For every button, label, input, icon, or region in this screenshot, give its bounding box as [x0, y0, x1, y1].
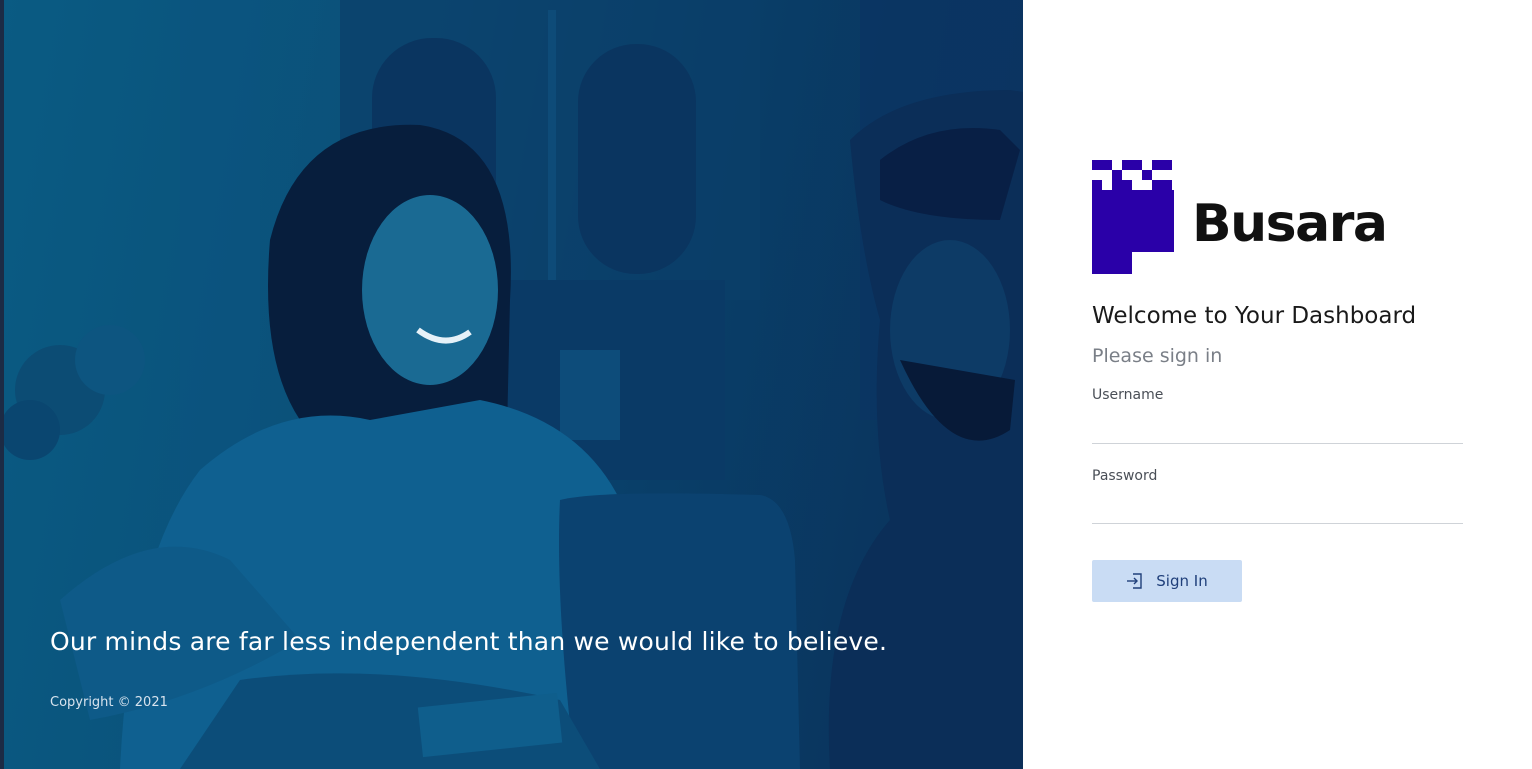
busara-logo-icon [1092, 160, 1174, 274]
brand-name: Busara [1192, 194, 1388, 254]
username-label: Username [1092, 387, 1164, 403]
sign-in-button-label: Sign In [1156, 572, 1208, 590]
page-subtitle: Please sign in [1092, 345, 1223, 367]
username-input[interactable] [1092, 417, 1463, 444]
login-page: Our minds are far less independent than … [0, 0, 1532, 769]
password-label: Password [1092, 468, 1158, 484]
hero-panel: Our minds are far less independent than … [0, 0, 1023, 769]
hero-quote: Our minds are far less independent than … [50, 627, 888, 656]
sign-in-icon [1127, 573, 1142, 589]
page-title: Welcome to Your Dashboard [1092, 303, 1417, 329]
password-input[interactable] [1092, 497, 1463, 524]
copyright-text: Copyright © 2021 [50, 695, 168, 710]
hero-left-edge [0, 0, 4, 769]
sign-in-panel: Busara Welcome to Your Dashboard Please … [1023, 0, 1532, 769]
sign-in-button[interactable]: Sign In [1092, 560, 1242, 602]
